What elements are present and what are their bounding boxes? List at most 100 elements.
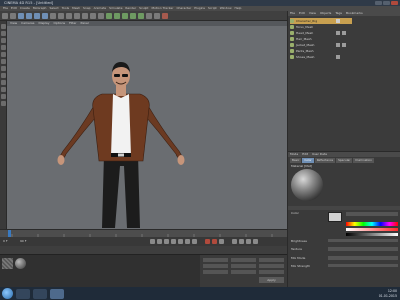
render-picture-viewer-icon[interactable]	[90, 12, 96, 19]
play-icon[interactable]	[171, 239, 176, 244]
mix-mode-dropdown[interactable]	[328, 256, 398, 260]
points-mode-icon[interactable]	[0, 52, 6, 57]
axis-mode-icon[interactable]	[0, 45, 6, 50]
attr-menu-edit[interactable]: Edit	[302, 152, 308, 157]
phong-tag-icon[interactable]	[342, 31, 346, 35]
start-button[interactable]	[2, 288, 13, 299]
objmgr-menu-edit[interactable]: Edit	[299, 11, 305, 16]
autokey-icon[interactable]	[212, 239, 217, 244]
character-model[interactable]	[47, 36, 197, 229]
position-z-field[interactable]	[203, 270, 228, 274]
z-axis-icon[interactable]	[66, 12, 72, 19]
go-to-start-icon[interactable]	[150, 239, 155, 244]
material-preview-sphere[interactable]	[291, 169, 323, 201]
cube-icon[interactable]	[106, 12, 112, 19]
material-tag-icon[interactable]	[336, 43, 340, 47]
rotate-icon[interactable]	[42, 12, 48, 19]
3d-viewport[interactable]: View Cameras Display Options Filter Pane…	[7, 21, 287, 229]
saturation-slider[interactable]	[346, 228, 398, 231]
taskbar-cinema4d-icon[interactable]	[50, 288, 64, 299]
model-mode-icon[interactable]	[0, 31, 6, 36]
previous-frame-icon[interactable]	[164, 239, 169, 244]
next-key-icon[interactable]	[185, 239, 190, 244]
viewport-menu-display[interactable]: Display	[38, 21, 49, 26]
undo-icon[interactable]	[2, 12, 8, 19]
pen-icon[interactable]	[114, 12, 120, 19]
objmgr-menu-view[interactable]: View	[309, 11, 316, 16]
snapping-icon[interactable]	[0, 87, 6, 92]
tab-reflectance[interactable]: Reflectance	[314, 158, 336, 163]
live-selection-icon[interactable]	[18, 12, 24, 19]
value-slider[interactable]	[346, 233, 398, 236]
objmgr-menu-tags[interactable]: Tags	[335, 11, 342, 16]
make-editable-icon[interactable]	[0, 24, 6, 29]
floor-icon[interactable]	[146, 12, 152, 19]
render-settings-icon[interactable]	[98, 12, 104, 19]
keyframe-selection-icon[interactable]	[219, 239, 224, 244]
close-button[interactable]	[391, 1, 398, 5]
frame-start-field[interactable]: 0 F	[3, 239, 8, 243]
material-thumbnail-texture[interactable]	[2, 258, 13, 269]
texture-field[interactable]	[328, 247, 398, 251]
parameter-key-icon[interactable]	[253, 239, 258, 244]
go-to-end-icon[interactable]	[192, 239, 197, 244]
apply-button[interactable]: Apply	[259, 277, 284, 283]
size-z-field[interactable]	[231, 270, 256, 274]
material-thumbnail-sphere[interactable]	[15, 258, 26, 269]
deformer-icon[interactable]	[138, 12, 144, 19]
maximize-button[interactable]	[383, 1, 390, 5]
attr-menu-mode[interactable]: Mode	[290, 152, 298, 157]
subdivision-icon[interactable]	[122, 12, 128, 19]
viewport-menu-view[interactable]: View	[10, 21, 17, 26]
viewport-menu-panel[interactable]: Panel	[81, 21, 89, 26]
light-icon[interactable]	[162, 12, 168, 19]
hue-slider[interactable]	[346, 222, 398, 226]
array-icon[interactable]	[130, 12, 136, 19]
tab-illumination[interactable]: Illumination	[353, 158, 374, 163]
record-icon[interactable]	[205, 239, 210, 244]
move-icon[interactable]	[26, 12, 32, 19]
coordinate-system-icon[interactable]	[74, 12, 80, 19]
rotation-key-icon[interactable]	[246, 239, 251, 244]
viewport-menu-filter[interactable]: Filter	[69, 21, 76, 26]
phong-tag-icon[interactable]	[342, 43, 346, 47]
system-clock[interactable]: 12:00 01.01.2015	[379, 289, 397, 298]
scale-icon[interactable]	[34, 12, 40, 19]
object-row[interactable]: Shoes_Mesh	[290, 54, 352, 60]
tab-basic[interactable]: Basic	[290, 158, 302, 163]
material-tag-icon[interactable]	[336, 55, 340, 59]
enable-axis-icon[interactable]	[0, 73, 6, 78]
texture-mode-icon[interactable]	[0, 38, 6, 43]
taskbar-browser-icon[interactable]	[33, 288, 47, 299]
color-swatch[interactable]	[328, 212, 342, 222]
camera-icon[interactable]	[154, 12, 160, 19]
position-key-icon[interactable]	[232, 239, 237, 244]
material-tag-icon[interactable]	[336, 31, 340, 35]
minimize-button[interactable]	[375, 1, 382, 5]
tab-specular[interactable]: Specular	[336, 158, 353, 163]
y-axis-icon[interactable]	[58, 12, 64, 19]
size-x-field[interactable]	[231, 258, 256, 262]
scale-key-icon[interactable]	[239, 239, 244, 244]
color-mode-selector[interactable]	[346, 212, 398, 216]
size-y-field[interactable]	[231, 264, 256, 268]
mix-strength-slider[interactable]	[328, 264, 398, 267]
taskbar-explorer-icon[interactable]	[16, 288, 30, 299]
tweak-icon[interactable]	[0, 80, 6, 85]
locked-workplane-icon[interactable]	[0, 101, 6, 106]
edges-mode-icon[interactable]	[0, 59, 6, 64]
redo-icon[interactable]	[10, 12, 16, 19]
position-y-field[interactable]	[203, 264, 228, 268]
objmgr-menu-file[interactable]: File	[290, 11, 295, 16]
objmgr-menu-bookmarks[interactable]: Bookmarks	[346, 11, 363, 16]
tab-color[interactable]: Color	[302, 158, 314, 163]
attr-menu-user-data[interactable]: User Data	[312, 152, 327, 157]
frame-end-field[interactable]: 90 F	[20, 239, 27, 243]
polygons-mode-icon[interactable]	[0, 66, 6, 71]
rotation-b-field[interactable]	[259, 270, 284, 274]
rotation-p-field[interactable]	[259, 264, 284, 268]
position-x-field[interactable]	[203, 258, 228, 262]
viewport-menu-options[interactable]: Options	[54, 21, 66, 26]
previous-key-icon[interactable]	[157, 239, 162, 244]
workplane-icon[interactable]	[0, 94, 6, 99]
